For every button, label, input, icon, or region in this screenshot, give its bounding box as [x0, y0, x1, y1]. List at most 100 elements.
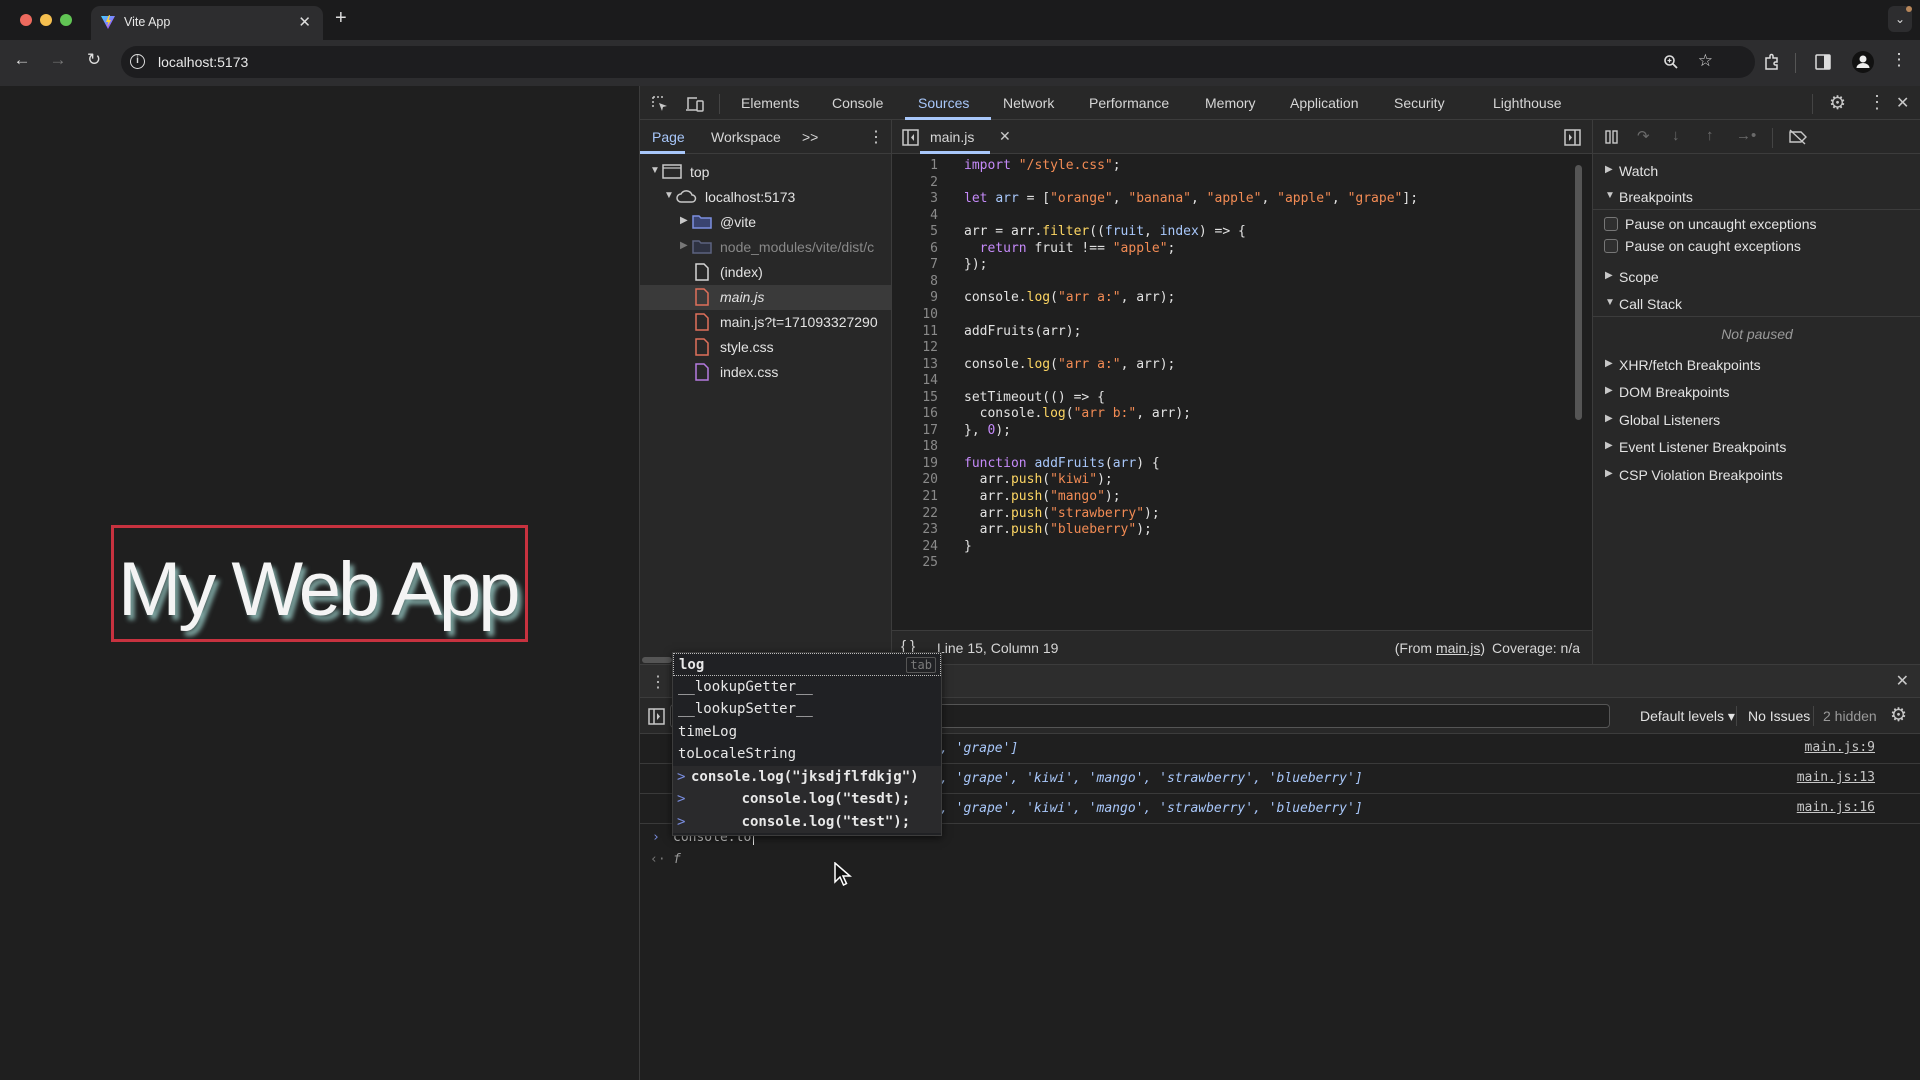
line-number[interactable]: 19	[892, 456, 938, 471]
line-number[interactable]: 4	[892, 208, 938, 223]
toggle-debugger-icon[interactable]	[1564, 129, 1581, 146]
log-levels-dropdown[interactable]: Default levels ▾	[1640, 708, 1735, 725]
section-xhr-breakpoints[interactable]: ▶ XHR/fetch Breakpoints	[1593, 352, 1920, 378]
source-link[interactable]: main.js	[1436, 640, 1480, 656]
code-line[interactable]: 21 arr.push("mango");	[892, 489, 1582, 506]
line-number[interactable]: 6	[892, 241, 938, 256]
code-line[interactable]: 1 import "/style.css";	[892, 158, 1582, 175]
tab-network[interactable]: Network	[1003, 95, 1054, 111]
section-csp-breakpoints[interactable]: ▶ CSP Violation Breakpoints	[1593, 462, 1920, 488]
step-over-icon[interactable]: ↷	[1637, 127, 1650, 145]
line-number[interactable]: 22	[892, 506, 938, 521]
section-scope[interactable]: ▶ Scope	[1593, 264, 1920, 290]
history-item[interactable]: > console.log("tesdt);	[673, 788, 941, 811]
line-number[interactable]: 16	[892, 406, 938, 421]
close-file-icon[interactable]: ✕	[999, 128, 1011, 145]
tab-security[interactable]: Security	[1394, 95, 1445, 111]
code-line[interactable]: 12	[892, 340, 1582, 357]
deactivate-breakpoints-icon[interactable]	[1788, 129, 1808, 145]
line-number[interactable]: 2	[892, 175, 938, 190]
expand-arrow-icon[interactable]: ▼	[650, 165, 660, 176]
message-source-link[interactable]: main.js:13	[1797, 770, 1875, 785]
inspect-element-icon[interactable]	[651, 95, 669, 113]
code-line[interactable]: 18	[892, 439, 1582, 456]
tree-item-vite[interactable]: ▶ @vite	[640, 210, 891, 235]
tree-item-index[interactable]: (index)	[640, 260, 891, 285]
tab-lighthouse[interactable]: Lighthouse	[1493, 95, 1562, 111]
tab-console[interactable]: Console	[832, 95, 883, 111]
code-line[interactable]: 11 addFruits(arr);	[892, 324, 1582, 341]
reload-button[interactable]: ↻	[82, 50, 106, 70]
message-source-link[interactable]: main.js:9	[1805, 740, 1875, 755]
line-number[interactable]: 5	[892, 224, 938, 239]
code-line[interactable]: 5 arr = arr.filter((fruit, index) => {	[892, 224, 1582, 241]
code-line[interactable]: 2	[892, 175, 1582, 192]
code-line[interactable]: 22 arr.push("strawberry");	[892, 506, 1582, 523]
suggestion-item[interactable]: __lookupGetter__	[673, 676, 941, 699]
nav-tab-workspace[interactable]: Workspace	[711, 129, 781, 145]
step-into-icon[interactable]: ↓	[1672, 127, 1680, 144]
line-number[interactable]: 1	[892, 158, 938, 173]
editor-tab-main-js[interactable]: main.js	[930, 129, 974, 145]
pause-caught-checkbox[interactable]: Pause on caught exceptions	[1593, 235, 1920, 257]
suggestion-item[interactable]: timeLog	[673, 721, 941, 744]
line-number[interactable]: 3	[892, 191, 938, 206]
section-global-listeners[interactable]: ▶ Global Listeners	[1593, 407, 1920, 433]
line-number[interactable]: 11	[892, 324, 938, 339]
code-line[interactable]: 7});	[892, 257, 1582, 274]
more-tabs-button[interactable]: >>	[802, 129, 818, 145]
tab-search-button[interactable]: ⌄	[1888, 6, 1912, 32]
message-source-link[interactable]: main.js:16	[1797, 800, 1875, 815]
navigator-menu-icon[interactable]: ⋮	[868, 127, 884, 147]
code-line[interactable]: 10	[892, 307, 1582, 324]
code-line[interactable]: 20 arr.push("kiwi");	[892, 472, 1582, 489]
section-event-listener-breakpoints[interactable]: ▶ Event Listener Breakpoints	[1593, 434, 1920, 460]
window-close-button[interactable]	[20, 14, 32, 26]
line-number[interactable]: 15	[892, 390, 938, 405]
console-settings-gear-icon[interactable]: ⚙	[1890, 704, 1907, 727]
tree-item-index-css[interactable]: index.css	[640, 360, 891, 385]
line-number[interactable]: 7	[892, 257, 938, 272]
code-lines[interactable]: 1 import "/style.css"; 2 3 let arr = ["orang…	[892, 154, 1582, 630]
window-minimize-button[interactable]	[40, 14, 52, 26]
line-number[interactable]: 9	[892, 290, 938, 305]
line-number[interactable]: 13	[892, 357, 938, 372]
section-watch[interactable]: ▶ Watch	[1593, 158, 1920, 184]
window-maximize-button[interactable]	[60, 14, 72, 26]
line-number[interactable]: 17	[892, 423, 938, 438]
extensions-icon[interactable]	[1763, 53, 1781, 71]
step-icon[interactable]: →•	[1736, 127, 1756, 144]
browser-menu-icon[interactable]: ⋮	[1888, 50, 1910, 70]
tab-elements[interactable]: Elements	[741, 95, 799, 111]
device-toolbar-icon[interactable]	[685, 95, 705, 113]
side-panel-icon[interactable]	[1815, 54, 1831, 70]
tab-performance[interactable]: Performance	[1089, 95, 1169, 111]
suggestion-item[interactable]: log tab	[673, 653, 941, 676]
line-number[interactable]: 21	[892, 489, 938, 504]
collapsed-arrow-icon[interactable]: ▶	[680, 215, 688, 226]
drawer-resize-handle[interactable]	[642, 657, 672, 663]
back-button[interactable]: ←	[10, 50, 34, 70]
line-number[interactable]: 24	[892, 539, 938, 554]
forward-button[interactable]: →	[46, 50, 70, 70]
tab-application[interactable]: Application	[1290, 95, 1359, 111]
code-line[interactable]: 16 console.log("arr b:", arr);	[892, 406, 1582, 423]
code-line[interactable]: 9 console.log("arr a:", arr);	[892, 290, 1582, 307]
profile-avatar[interactable]	[1852, 51, 1874, 73]
line-number[interactable]: 10	[892, 307, 938, 322]
issues-button[interactable]: No Issues	[1748, 708, 1810, 724]
tree-item-localhost[interactable]: ▼ localhost:5173	[640, 185, 891, 210]
settings-gear-icon[interactable]: ⚙	[1829, 92, 1846, 115]
step-out-icon[interactable]: ↑	[1706, 127, 1714, 144]
tree-item-main-js-t[interactable]: main.js?t=171093327290	[640, 310, 891, 335]
drawer-menu-icon[interactable]: ⋮	[650, 672, 666, 692]
section-call-stack[interactable]: ▼ Call Stack	[1593, 291, 1920, 317]
collapsed-arrow-icon[interactable]: ▶	[680, 240, 688, 251]
new-tab-button[interactable]: +	[335, 7, 347, 30]
code-line[interactable]: 13 console.log("arr a:", arr);	[892, 357, 1582, 374]
nav-tab-page[interactable]: Page	[652, 129, 685, 145]
tab-memory[interactable]: Memory	[1205, 95, 1256, 111]
editor-scrollbar[interactable]	[1575, 165, 1582, 420]
devtools-menu-icon[interactable]: ⋮	[1868, 92, 1886, 113]
console-sidebar-icon[interactable]	[648, 708, 665, 725]
